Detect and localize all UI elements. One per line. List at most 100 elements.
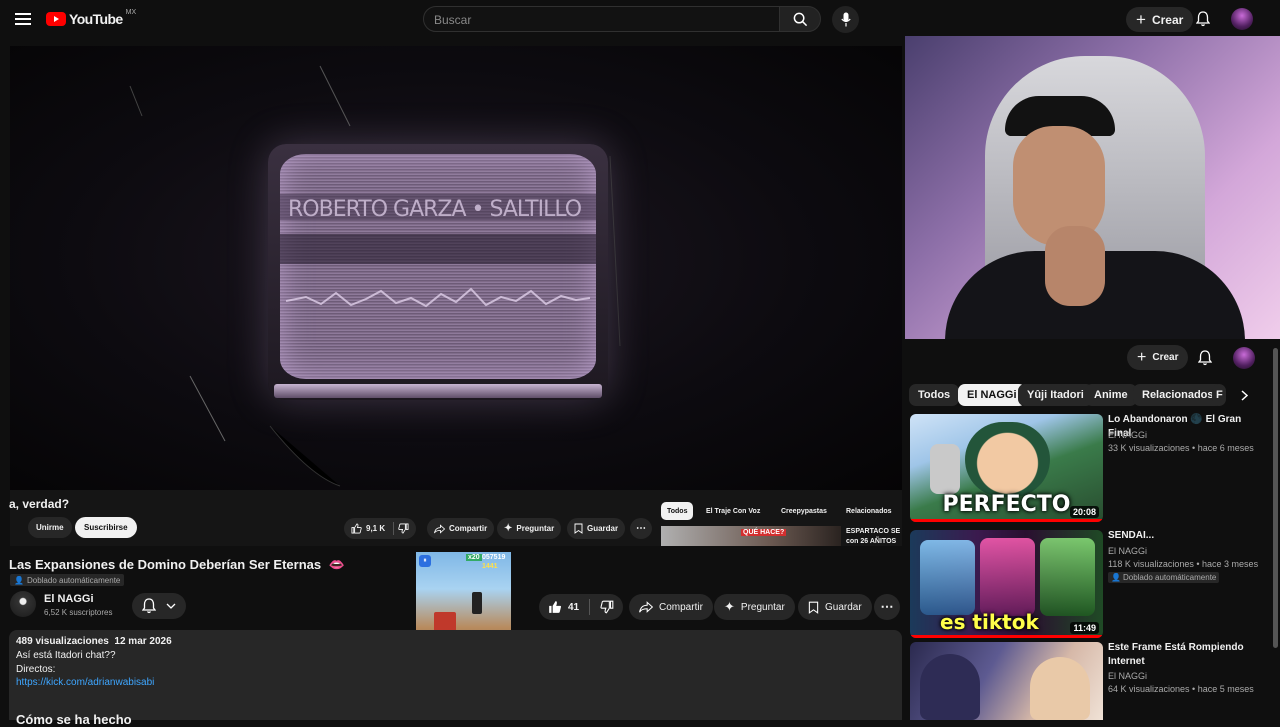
game-multiplier: x20 xyxy=(466,554,482,561)
description-box[interactable]: 489 visualizaciones 12 mar 2026 Así está… xyxy=(9,630,902,727)
ask-button[interactable]: ✦ Preguntar xyxy=(714,594,795,620)
thumb-character xyxy=(1030,657,1090,720)
side-scrollbar[interactable] xyxy=(1273,348,1278,648)
side-chip-label: F xyxy=(1216,389,1223,401)
side-chip-itadori[interactable]: Yûji Itadori xyxy=(1018,384,1093,406)
thumb-character xyxy=(920,654,980,720)
overlay-ask-button[interactable]: ✦ Preguntar xyxy=(497,518,562,539)
notifications-button[interactable] xyxy=(1193,9,1213,29)
join-label: Unirme xyxy=(36,523,64,532)
chips-next-button[interactable] xyxy=(1232,384,1256,406)
description-line: Así está Itadori chat?? xyxy=(16,650,116,661)
dubbed-icon: 👤 xyxy=(14,575,24,585)
like-divider xyxy=(589,599,591,615)
overlay-more-button[interactable]: ⋯ xyxy=(630,518,652,539)
voice-search-button[interactable] xyxy=(832,6,859,33)
side-chip-label: Yûji Itadori xyxy=(1027,389,1084,401)
side-chip-elnaggi[interactable]: El NAGGi xyxy=(958,384,1026,406)
overlay-rec-thumbnail[interactable]: QUÉ HACE? xyxy=(661,526,841,546)
side-chip-todos[interactable]: Todos xyxy=(909,384,960,406)
video-channel[interactable]: El NAGGi xyxy=(1108,430,1147,440)
overlay-save-label: Guardar xyxy=(587,524,619,533)
side-notifications-button[interactable] xyxy=(1195,348,1215,368)
join-button[interactable]: Unirme xyxy=(28,517,72,538)
channel-name[interactable]: El NAGGi xyxy=(44,593,94,605)
game-traffic-light xyxy=(472,592,482,614)
dubbed-label: Doblado automáticamente xyxy=(1122,573,1217,582)
video-duration: 20:08 xyxy=(1069,506,1099,518)
tv-screen: ROBERTO GARZA • SALTILLO xyxy=(280,154,596,379)
side-create-button[interactable]: + Crear xyxy=(1127,345,1189,370)
kick-link[interactable]: https://kick.com/adrianwabisabi xyxy=(16,677,154,688)
overlay-save-button[interactable]: Guardar xyxy=(567,518,626,539)
thumb-character xyxy=(920,540,975,615)
avatar[interactable] xyxy=(1231,8,1253,30)
subscribe-button-overlay[interactable]: Suscribirse xyxy=(75,517,137,538)
youtube-logo[interactable]: YouTube MX xyxy=(46,9,136,28)
video-thumbnail[interactable]: PERFECTO 20:08 xyxy=(910,414,1103,522)
search-placeholder: Buscar xyxy=(434,13,472,27)
overlay-chip-label: Relacionados xyxy=(846,507,892,515)
tv-waveform xyxy=(286,287,590,308)
plus-icon: + xyxy=(1137,348,1147,366)
subscription-bell-button[interactable] xyxy=(132,593,186,619)
video-channel[interactable]: El NAGGi xyxy=(1108,546,1147,556)
overlay-rec-title[interactable]: ESPARTACO SE con 26 AÑITOS xyxy=(846,527,902,547)
game-score: 057519 xyxy=(482,554,506,561)
dubbed-badge: 👤 Doblado automáticamente xyxy=(1108,572,1220,583)
side-chip-anime[interactable]: Anime xyxy=(1085,384,1137,406)
overlay-chip-todos[interactable]: Todos xyxy=(661,502,694,520)
share-label: Compartir xyxy=(659,601,703,613)
overlay-ask-label: Preguntar xyxy=(516,524,555,533)
side-avatar[interactable] xyxy=(1233,347,1255,369)
plus-icon: + xyxy=(1136,9,1146,29)
video-thumbnail[interactable] xyxy=(910,642,1103,720)
share-icon xyxy=(639,601,653,613)
create-button[interactable]: + Crear xyxy=(1126,7,1194,32)
search-input[interactable]: Buscar xyxy=(423,6,780,32)
views-count: 489 visualizaciones xyxy=(16,636,109,647)
video-channel[interactable]: El NAGGi xyxy=(1108,671,1147,681)
dubbed-icon: 👤 xyxy=(1111,573,1121,582)
save-button[interactable]: Guardar xyxy=(798,594,872,620)
bell-icon xyxy=(1198,350,1212,366)
dubbed-label: Doblado automáticamente xyxy=(26,575,121,585)
logo-text: YouTube xyxy=(69,11,123,27)
overlay-like-button[interactable]: 9,1 K xyxy=(344,518,417,539)
top-bar: YouTube MX Buscar + Crear xyxy=(0,0,1280,38)
more-actions-button[interactable]: ⋯ xyxy=(874,594,900,620)
save-label: Guardar xyxy=(825,601,862,613)
search-button[interactable] xyxy=(779,6,821,32)
subscriber-count: 6,52 K suscriptores xyxy=(44,608,113,617)
video-title[interactable]: SENDAI... xyxy=(1108,529,1258,543)
thumbs-down-icon[interactable] xyxy=(600,600,614,614)
thumb-character xyxy=(980,538,1035,616)
thumbs-down-icon[interactable] xyxy=(398,523,409,534)
chevron-down-icon xyxy=(166,603,176,609)
view-stats: 489 visualizaciones 12 mar 2026 xyxy=(16,636,172,647)
overlay-likes-count: 9,1 K xyxy=(366,524,386,533)
video-title[interactable]: Este Frame Está Rompiendo Internet xyxy=(1108,641,1258,669)
bookmark-icon xyxy=(574,523,583,534)
side-create-label: Crear xyxy=(1152,352,1179,363)
thumb-character xyxy=(965,422,1050,497)
likes-count: 41 xyxy=(568,601,580,613)
share-button[interactable]: Compartir xyxy=(629,594,713,620)
like-divider xyxy=(393,522,395,535)
menu-icon[interactable] xyxy=(10,8,36,30)
channel-avatar[interactable] xyxy=(10,591,36,617)
overlay-chip-traje[interactable]: El Traje Con Voz xyxy=(700,502,766,520)
like-button[interactable]: 41 xyxy=(539,594,624,620)
thumbs-up-icon xyxy=(549,601,562,613)
thumb-character xyxy=(1040,538,1095,616)
video-player[interactable]: ROBERTO GARZA • SALTILLO xyxy=(10,46,902,490)
video-thumbnail[interactable]: es tiktok 11:49 xyxy=(910,530,1103,638)
overlay-chip-creepypastas[interactable]: Creepypastas xyxy=(775,502,833,520)
side-chip-relacionados[interactable]: Relacionados xyxy=(1133,384,1223,406)
game-coins: 1441 xyxy=(482,563,498,570)
side-chip-partial[interactable]: F xyxy=(1212,384,1226,406)
bell-icon xyxy=(142,598,156,614)
overlay-share-button[interactable]: Compartir xyxy=(427,518,495,539)
overlay-chip-relacionados[interactable]: Relacionados xyxy=(840,502,898,520)
sparkle-icon: ✦ xyxy=(504,523,513,534)
